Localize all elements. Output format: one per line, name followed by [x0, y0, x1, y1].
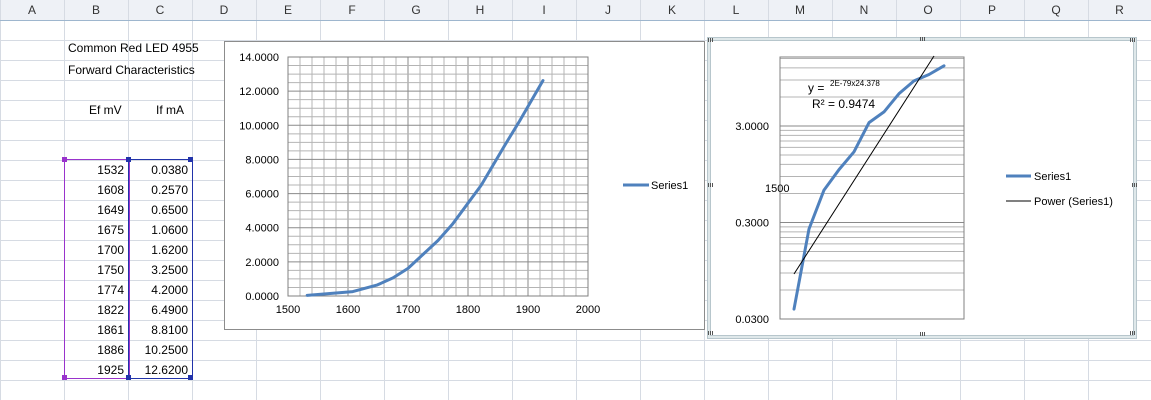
y-tick-label: 12.0000 [239, 86, 279, 98]
column-header-p[interactable]: P [960, 0, 1024, 20]
title-cell-1[interactable]: Common Red LED 4955 [68, 41, 199, 55]
header-ef-cell[interactable]: Ef mV [89, 103, 122, 117]
trendline-r2: R² = 0.9474 [812, 97, 875, 111]
column-header-d[interactable]: D [192, 0, 256, 20]
range-handle[interactable] [62, 375, 67, 380]
x-tick-label: 1700 [396, 304, 420, 316]
y-tick-label: 6.0000 [245, 189, 279, 201]
series1-line [305, 79, 545, 297]
column-header-q[interactable]: Q [1024, 0, 1088, 20]
column-header-n[interactable]: N [832, 0, 896, 20]
column-header-i[interactable]: I [512, 0, 576, 20]
chart-resize-handle[interactable] [708, 331, 714, 335]
column-header-e[interactable]: E [256, 0, 320, 20]
column-header-l[interactable]: L [704, 0, 768, 20]
column-header-k[interactable]: K [640, 0, 704, 20]
y-tick-label: 0.3000 [735, 218, 769, 230]
column-header-j[interactable]: J [576, 0, 640, 20]
range-handle[interactable] [188, 375, 193, 380]
legend-label-trend: Power (Series1) [1034, 196, 1113, 208]
log-chart[interactable]: 0.0300 0.3000 3.0000 1500 y = 2E-79x24.378 R²… [710, 40, 1134, 336]
y-tick-label: 8.0000 [245, 154, 279, 166]
chart-resize-handle[interactable] [708, 183, 714, 187]
x-tick-label: 1500 [276, 304, 300, 316]
legend-label-series1: Series1 [1034, 171, 1071, 183]
column-header-b[interactable]: B [64, 0, 128, 20]
chart-resize-handle[interactable] [708, 38, 714, 42]
column-header-m[interactable]: M [768, 0, 832, 20]
legend-label: Series1 [651, 180, 688, 192]
column-header-r[interactable]: R [1088, 0, 1151, 20]
y-tick-label: 4.0000 [245, 223, 279, 235]
chart-resize-handle[interactable] [1130, 331, 1136, 335]
x-tick-label: 1600 [336, 304, 360, 316]
linear-chart-svg: 0.0000 2.0000 4.0000 6.0000 8.0000 10.0000 12.… [239, 52, 688, 316]
chart-resize-handle[interactable] [1130, 38, 1136, 42]
y-tick-label: 2.0000 [245, 257, 279, 269]
trendline-equation: y = [808, 81, 824, 95]
y-tick-label: 14.0000 [239, 52, 279, 64]
x-tick-label: 1900 [516, 304, 540, 316]
column-header-o[interactable]: O [896, 0, 960, 20]
y-tick-label: 3.0000 [735, 121, 769, 133]
column-header-f[interactable]: F [320, 0, 384, 20]
range-handle[interactable] [188, 157, 193, 162]
header-if-cell[interactable]: If mA [156, 103, 184, 117]
x-tick-label: 2000 [576, 304, 600, 316]
column-header-g[interactable]: G [384, 0, 448, 20]
column-header-c[interactable]: C [128, 0, 192, 20]
trendline-equation-exponent: 2E-79x24.378 [830, 79, 880, 88]
range-handle[interactable] [126, 375, 131, 380]
range-selection-if [128, 159, 193, 379]
x-tick-label: 1800 [456, 304, 480, 316]
y-tick-label: 10.0000 [239, 120, 279, 132]
column-header-h[interactable]: H [448, 0, 512, 20]
log-chart-svg: 0.0300 0.3000 3.0000 1500 y = 2E-79x24.378 R²… [735, 55, 1113, 326]
column-header-a[interactable]: A [0, 0, 64, 20]
chart-resize-handle[interactable] [920, 332, 926, 336]
title-cell-2[interactable]: Forward Characteristics [68, 63, 195, 77]
x-tick-label: 1500 [765, 183, 789, 195]
range-selection-ef [64, 159, 130, 379]
chart-resize-handle[interactable] [1132, 183, 1138, 187]
linear-chart[interactable]: 0.0000 2.0000 4.0000 6.0000 8.0000 10.0000 12.… [224, 41, 705, 330]
range-handle[interactable] [126, 157, 131, 162]
chart-resize-handle[interactable] [920, 37, 926, 41]
range-handle[interactable] [62, 157, 67, 162]
y-tick-label: 0.0000 [245, 291, 279, 303]
y-tick-label: 0.0300 [735, 314, 769, 326]
